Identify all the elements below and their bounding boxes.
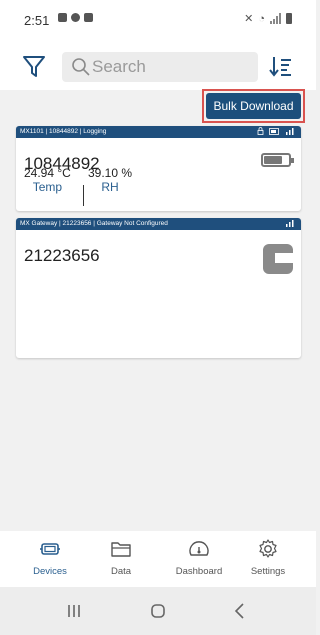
gateway-icon xyxy=(263,244,293,274)
device-card-header: MX Gateway | 21223656 | Gateway Not Conf… xyxy=(16,218,301,230)
nav-dashboard-label: Dashboard xyxy=(175,566,223,577)
folder-icon xyxy=(111,542,131,557)
gear-icon xyxy=(259,539,277,558)
reading-divider xyxy=(83,185,84,206)
signal-icon xyxy=(270,13,281,24)
status-bar: 2:51 ✕ ◔ xyxy=(0,0,316,42)
nav-settings-label: Settings xyxy=(250,566,286,577)
filter-icon[interactable] xyxy=(20,52,48,80)
nav-data-label: Data xyxy=(110,566,132,577)
bulk-download-highlight: Bulk Download xyxy=(202,89,305,123)
bottom-navigation: Devices Data Dashboard Settings xyxy=(0,531,316,587)
search-input[interactable]: Search xyxy=(62,52,258,82)
nav-settings[interactable]: Settings xyxy=(233,537,303,577)
device-serial: 21223656 xyxy=(24,246,100,265)
recents-icon[interactable] xyxy=(62,599,86,623)
status-time: 2:51 xyxy=(24,13,50,28)
dashboard-icon xyxy=(189,541,209,556)
device-card-gateway[interactable]: MX Gateway | 21223656 | Gateway Not Conf… xyxy=(16,218,301,358)
nav-devices-label: Devices xyxy=(33,566,67,577)
search-icon xyxy=(72,58,90,76)
device-header-text: MX1101 | 10844892 | Logging xyxy=(20,128,107,135)
signal-icon xyxy=(286,220,294,227)
battery-icon xyxy=(261,153,294,167)
lock-icon xyxy=(257,127,264,135)
system-navigation-bar xyxy=(0,587,316,635)
app-notification-icon xyxy=(71,13,80,22)
devices-icon xyxy=(40,543,60,555)
mute-icon: ✕ xyxy=(244,13,254,25)
search-placeholder: Search xyxy=(92,57,146,76)
humidity-label: RH xyxy=(101,180,119,194)
humidity-reading: 39.10 % RH xyxy=(88,166,132,194)
temperature-value: 24.94 °C xyxy=(24,166,71,180)
nav-dashboard[interactable]: Dashboard xyxy=(164,537,234,577)
memory-icon xyxy=(269,127,279,135)
nav-data[interactable]: Data xyxy=(86,537,156,577)
back-icon[interactable] xyxy=(228,599,252,623)
nav-devices[interactable]: Devices xyxy=(15,537,85,577)
home-icon[interactable] xyxy=(146,599,170,623)
message-notification-icon xyxy=(84,13,93,22)
temperature-reading: 24.94 °C Temp xyxy=(24,166,71,194)
toolbar: Search xyxy=(0,42,316,90)
device-card-header: MX1101 | 10844892 | Logging xyxy=(16,126,301,138)
system-status-icons: ✕ ◔ xyxy=(244,12,292,25)
humidity-value: 39.10 % xyxy=(88,166,133,180)
temperature-label: Temp xyxy=(32,180,63,194)
wifi-icon: ◔ xyxy=(258,12,265,25)
notification-icons xyxy=(58,13,93,22)
sort-icon[interactable] xyxy=(267,52,295,80)
image-notification-icon xyxy=(58,13,67,22)
battery-icon xyxy=(286,13,292,24)
bulk-download-button[interactable]: Bulk Download xyxy=(206,93,301,119)
signal-icon xyxy=(286,128,294,135)
device-header-text: MX Gateway | 21223656 | Gateway Not Conf… xyxy=(20,220,168,227)
